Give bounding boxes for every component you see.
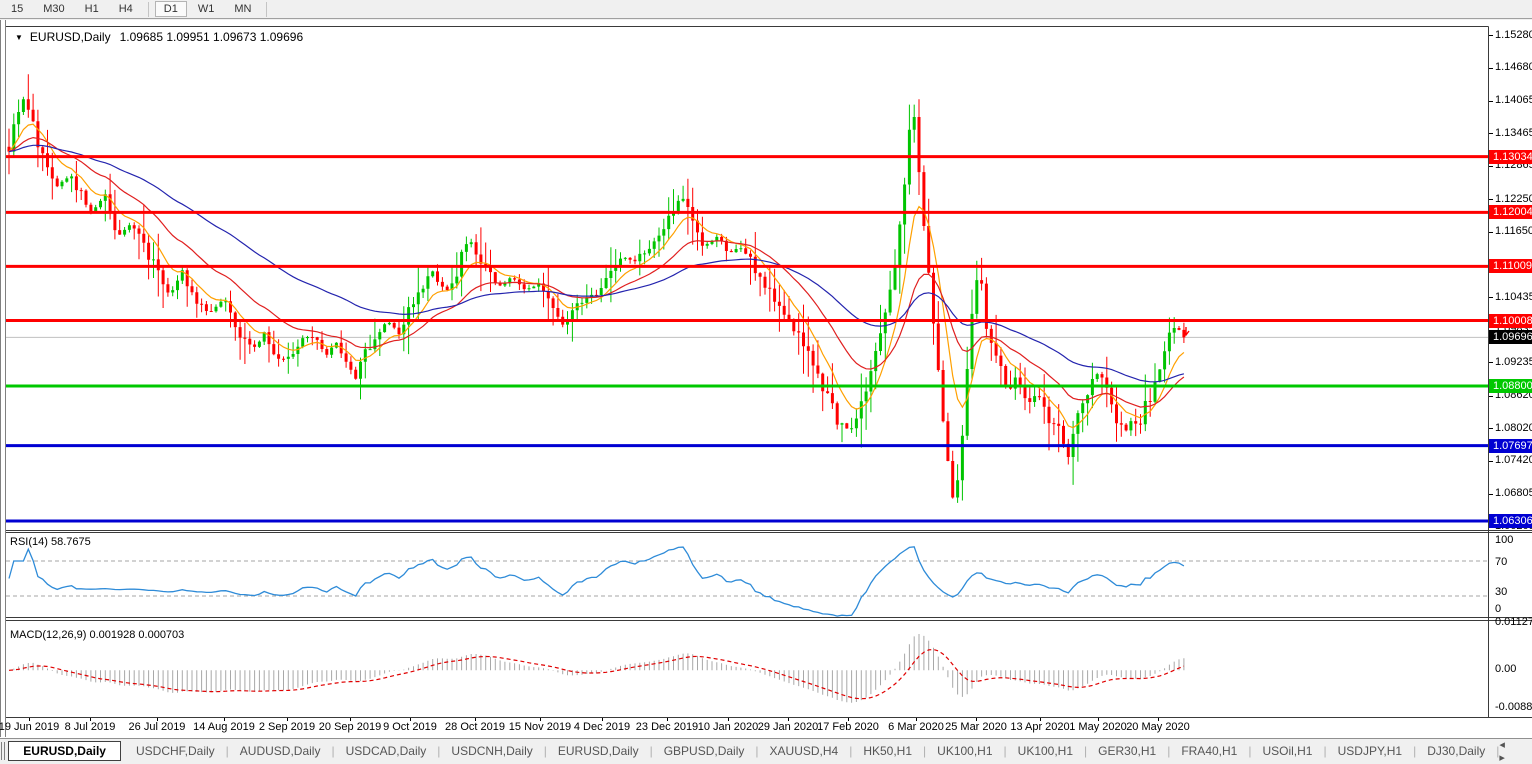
price-tick-label: 1.08020 [1495,422,1532,435]
price-line-badge-1.12004[interactable]: 1.12004 [1489,205,1532,219]
price-tick-label: 1.10435 [1495,291,1532,304]
chart-menu-dropdown-icon[interactable]: ▼ [15,33,23,42]
tab-gbpusd-daily[interactable]: GBPUSD,Daily [653,742,756,760]
macd-axis-label: 0.011277 [1495,616,1532,629]
price-line-badge-1.07697[interactable]: 1.07697 [1489,439,1532,453]
chart-ohlc-values: 1.09685 1.09951 1.09673 1.09696 [120,30,304,44]
tab-dj30-daily[interactable]: DJ30,Daily [1416,742,1496,760]
macd-axis-label: 0.00 [1495,663,1516,676]
macd-indicator-label: MACD(12,26,9) 0.001928 0.000703 [10,629,184,641]
tab-usdcnh-daily[interactable]: USDCNH,Daily [440,742,543,760]
rsi-axis-label: 0 [1495,603,1501,616]
tab-scroll-arrows[interactable]: ◂ ▸ [1499,738,1532,764]
tab-uk100-h1[interactable]: UK100,H1 [926,742,1003,760]
price-line-badge-1.06306[interactable]: 1.06306 [1489,514,1532,528]
tab-uk100-h1[interactable]: UK100,H1 [1007,742,1084,760]
rsi-indicator-label: RSI(14) 58.7675 [10,536,91,548]
chart-canvas[interactable] [0,0,1532,762]
price-tick-label: 1.09235 [1495,356,1532,369]
date-tick-label: 20 May 2020 [1114,721,1202,733]
tab-usdcad-daily[interactable]: USDCAD,Daily [335,742,438,760]
price-tick-label: 1.07420 [1495,454,1532,467]
price-tick-label: 1.12250 [1495,193,1532,206]
rsi-axis-label: 30 [1495,586,1507,599]
tab-usdjpy-h1[interactable]: USDJPY,H1 [1327,742,1413,760]
tab-usdchf-daily[interactable]: USDCHF,Daily [125,742,226,760]
current-price-badge: 1.09696 [1489,330,1532,344]
price-line-badge-1.11009[interactable]: 1.11009 [1489,259,1532,273]
tab-hk50-h1[interactable]: HK50,H1 [852,742,923,760]
chart-title: ▼ EURUSD,Daily 1.09685 1.09951 1.09673 1.0… [15,30,303,44]
price-line-badge-1.10008[interactable]: 1.10008 [1489,314,1532,328]
price-tick-label: 1.15280 [1495,29,1532,42]
chart-window-bg [0,20,1532,738]
price-tick-label: 1.14680 [1495,61,1532,74]
tab-fra40-h1[interactable]: FRA40,H1 [1170,742,1248,760]
price-tick-label: 1.06805 [1495,487,1532,500]
macd-axis-label: -0.008845 [1495,701,1532,714]
tab-usoil-h1[interactable]: USOil,H1 [1251,742,1323,760]
tab-audusd-daily[interactable]: AUDUSD,Daily [229,742,332,760]
price-tick-label: 1.11650 [1495,225,1532,238]
tabbar-grip [1,742,5,760]
tab-ger30-h1[interactable]: GER30,H1 [1087,742,1167,760]
price-tick-label: 1.13465 [1495,127,1532,140]
rsi-axis-label: 70 [1495,556,1507,569]
price-line-badge-1.08800[interactable]: 1.08800 [1489,379,1532,393]
tab-xauusd-h4[interactable]: XAUUSD,H4 [759,742,850,760]
symbol-tab-bar: EURUSD,DailyUSDCHF,Daily|AUDUSD,Daily|US… [0,738,1532,762]
rsi-axis-label: 100 [1495,534,1513,547]
price-tick-label: 1.14065 [1495,94,1532,107]
tab-eurusd-daily[interactable]: EURUSD,Daily [8,741,121,761]
price-line-badge-1.13034[interactable]: 1.13034 [1489,150,1532,164]
mt4-terminal: { "toolbar": { "timeframes": [ {"label":… [0,0,1532,762]
tab-eurusd-daily[interactable]: EURUSD,Daily [547,742,650,760]
chart-symbol-label: EURUSD,Daily [30,30,111,44]
